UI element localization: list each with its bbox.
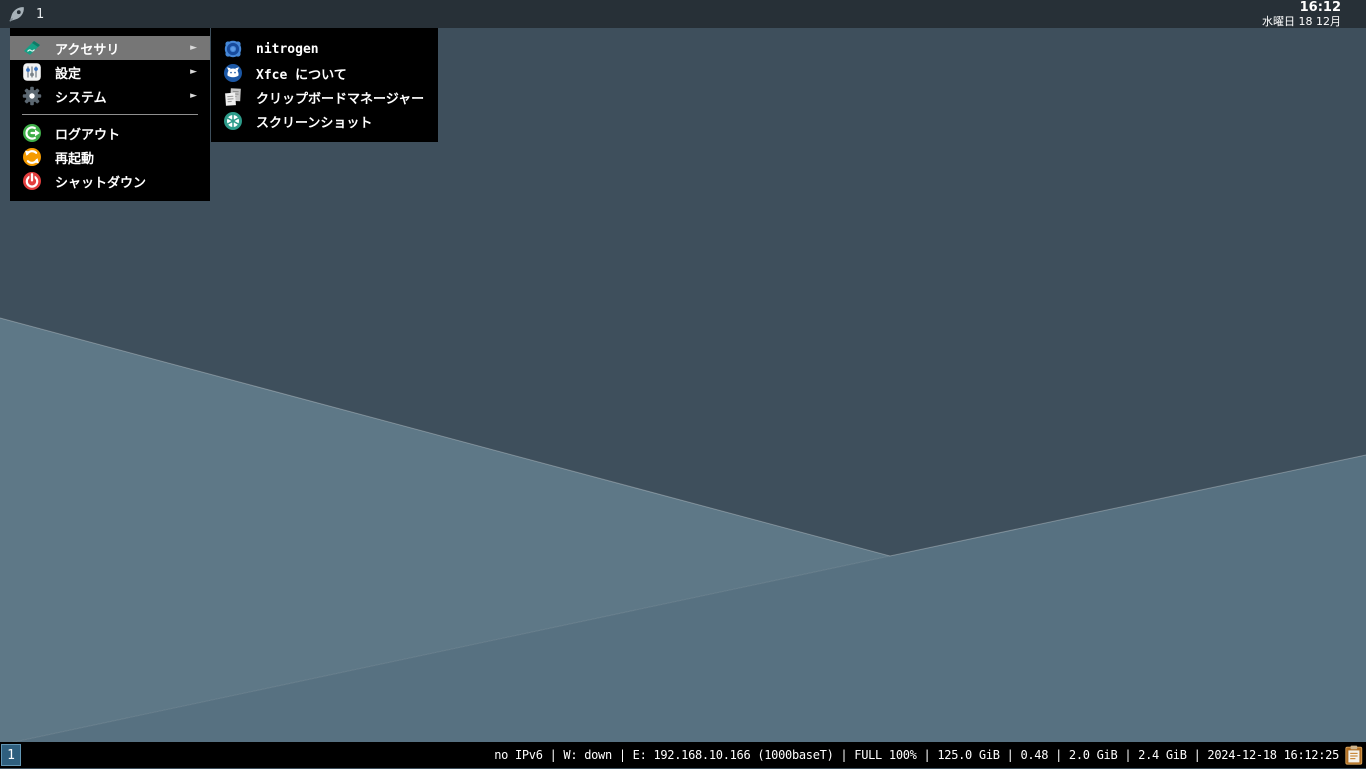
menu-item-label: Xfce について <box>256 64 347 83</box>
menu-item-restart[interactable]: 再起動 <box>10 145 210 169</box>
menu-item-label: 設定 <box>55 63 81 82</box>
menu-item-label: システム <box>55 87 107 106</box>
submenu-item-clipboard-manager[interactable]: クリップボードマネージャー <box>211 85 438 109</box>
submenu-item-screenshot[interactable]: スクリーンショット <box>211 109 438 133</box>
rocket-launcher-icon[interactable] <box>7 4 27 24</box>
menu-separator <box>22 114 198 115</box>
menu-item-label: nitrogen <box>256 42 319 57</box>
submenu-item-about-xfce[interactable]: Xfce について <box>211 61 438 85</box>
clock-time: 16:12 <box>1262 1 1341 15</box>
accessories-icon <box>22 38 42 58</box>
submenu-arrow-icon: ► <box>190 67 197 77</box>
xfce-about-icon <box>223 63 243 83</box>
menu-item-accessories[interactable]: アクセサリ ► <box>10 36 210 60</box>
clipboard-manager-icon <box>223 87 243 107</box>
menu-item-system[interactable]: システム ► <box>10 84 210 108</box>
accessories-submenu: nitrogen Xfce について <box>211 28 438 142</box>
panel-workspace-label: 1 <box>36 7 44 22</box>
workspace-indicator[interactable]: 1 <box>1 744 21 766</box>
clipboard-tray-icon[interactable] <box>1345 745 1363 765</box>
panel-left-group: 1 <box>0 4 44 24</box>
nitrogen-icon <box>223 39 243 59</box>
settings-icon <box>22 62 42 82</box>
menu-item-shutdown[interactable]: シャットダウン <box>10 169 210 193</box>
system-gear-icon <box>22 86 42 106</box>
menu-item-label: アクセサリ <box>55 39 119 58</box>
menu-item-label: シャットダウン <box>55 172 146 191</box>
submenu-arrow-icon: ► <box>190 91 197 101</box>
restart-icon <box>22 147 42 167</box>
status-text: no IPv6 | W: down | E: 192.168.10.166 (1… <box>494 748 1339 762</box>
screenshot-icon <box>223 111 243 131</box>
menu-item-label: クリップボードマネージャー <box>256 88 424 107</box>
menu-item-settings[interactable]: 設定 ► <box>10 60 210 84</box>
status-bar: 1 no IPv6 | W: down | E: 192.168.10.166 … <box>0 742 1366 768</box>
shutdown-icon <box>22 171 42 191</box>
clock-date: 水曜日 18 12月 <box>1262 16 1341 28</box>
submenu-arrow-icon: ► <box>190 43 197 53</box>
menu-item-logout[interactable]: ログアウト <box>10 121 210 145</box>
applications-menu: アクセサリ ► 設定 ► <box>10 28 210 201</box>
submenu-item-nitrogen[interactable]: nitrogen <box>211 37 438 61</box>
panel-clock: 16:12 水曜日 18 12月 <box>1262 0 1366 27</box>
menu-item-label: スクリーンショット <box>256 112 372 131</box>
menu-item-label: ログアウト <box>55 124 120 143</box>
menu-item-label: 再起動 <box>55 148 94 167</box>
top-panel: 1 16:12 水曜日 18 12月 <box>0 0 1366 28</box>
logout-icon <box>22 123 42 143</box>
